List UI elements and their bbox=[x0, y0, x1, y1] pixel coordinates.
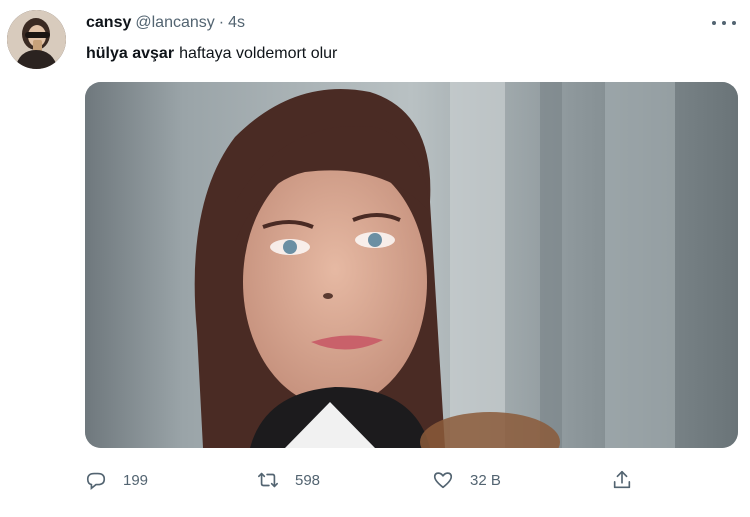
reply-button[interactable]: 199 bbox=[85, 463, 148, 497]
separator-dot: · bbox=[218, 14, 225, 31]
share-icon bbox=[613, 470, 631, 489]
user-handle[interactable]: @lancansy bbox=[135, 14, 214, 31]
mentioned-name: hülya avşar bbox=[86, 45, 175, 62]
share-button[interactable] bbox=[611, 463, 633, 497]
reply-bubble-icon bbox=[86, 472, 106, 490]
more-horizontal-icon[interactable] bbox=[712, 12, 736, 34]
heart-icon bbox=[433, 472, 453, 489]
retweet-count: 598 bbox=[295, 471, 321, 489]
tweet-body-text: haftaya voldemort olur bbox=[179, 45, 338, 62]
display-name[interactable]: cansy bbox=[86, 14, 131, 31]
reply-count: 199 bbox=[123, 471, 149, 489]
retweet-button[interactable]: 598 bbox=[257, 463, 320, 497]
retweet-icon bbox=[258, 472, 278, 488]
like-button[interactable]: 32 B bbox=[432, 463, 501, 497]
tweet-card[interactable]: cansy @lancansy · 4s hülya avşar haftaya vol… bbox=[0, 0, 750, 517]
avatar[interactable] bbox=[7, 10, 66, 69]
timestamp[interactable]: 4s bbox=[228, 14, 245, 31]
tweet-header: cansy @lancansy · 4s bbox=[86, 12, 245, 34]
tweet-actions: 199 598 32 B bbox=[0, 463, 750, 497]
tweet-image[interactable] bbox=[85, 82, 738, 448]
tweet-text: hülya avşar haftaya voldemort olur bbox=[86, 43, 337, 65]
like-count: 32 B bbox=[470, 471, 501, 489]
